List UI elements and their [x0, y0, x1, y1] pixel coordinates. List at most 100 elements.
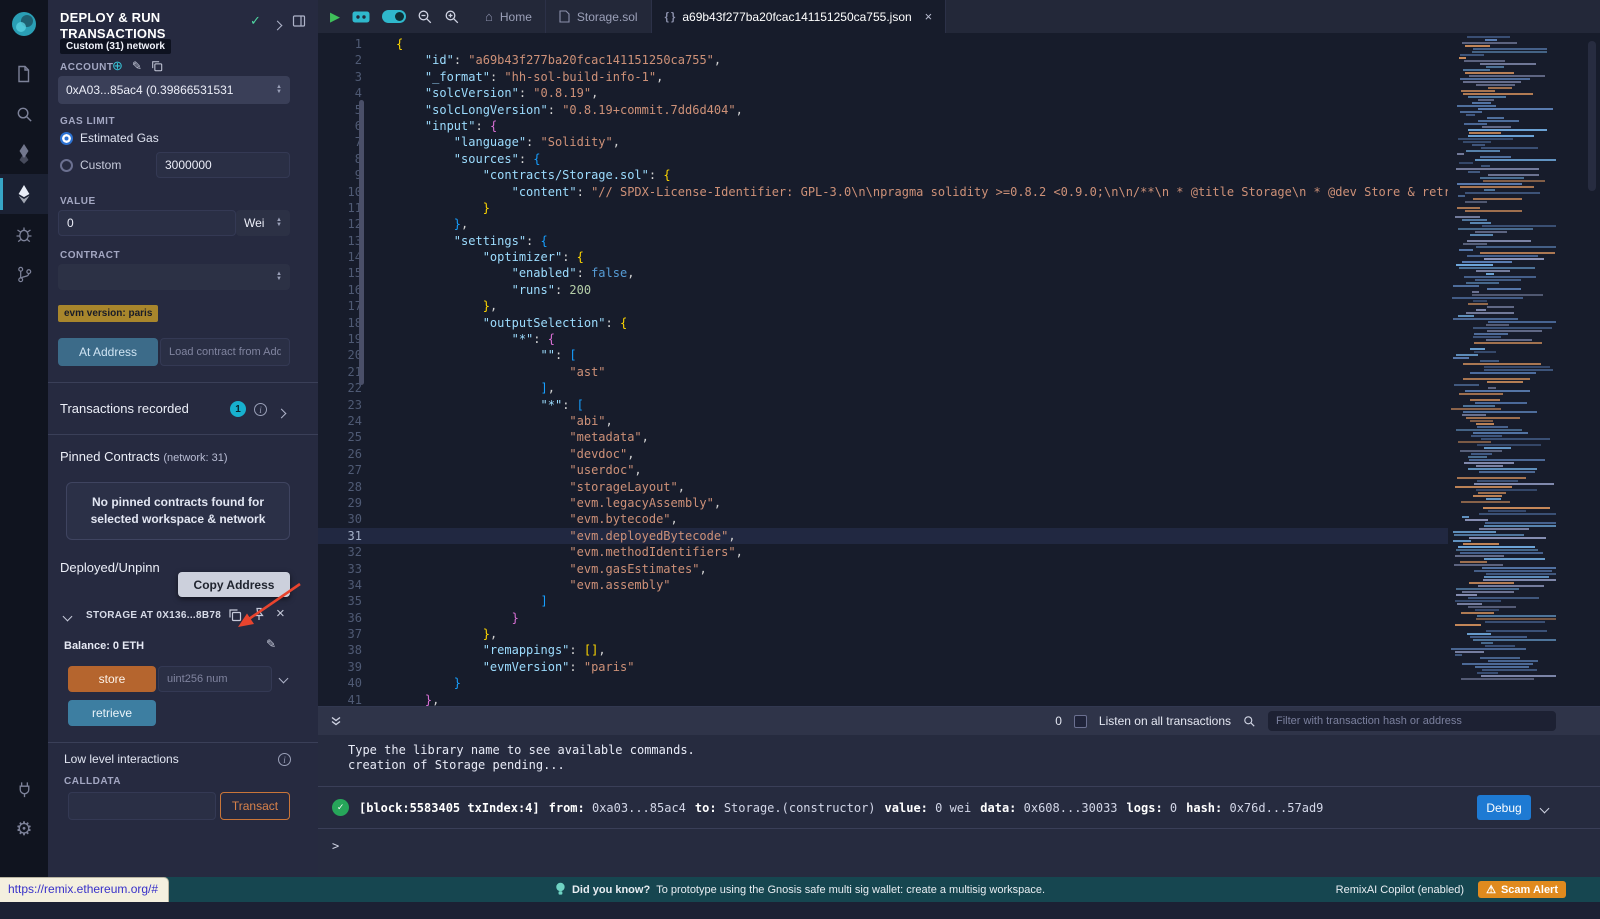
account-stepper-icon[interactable]: ▲▼ [276, 85, 282, 95]
tab-home[interactable]: ⌂ Home [472, 0, 546, 33]
code-line[interactable]: "content": "// SPDX-License-Identifier: … [376, 184, 1448, 200]
store-arg-input[interactable] [158, 666, 272, 692]
code-line[interactable]: "userdoc", [376, 462, 1448, 478]
store-button[interactable]: store [68, 666, 156, 692]
code-line[interactable]: "runs": 200 [376, 282, 1448, 298]
editor-scrollbar[interactable] [1588, 41, 1596, 191]
low-level-info-icon[interactable]: i [278, 753, 291, 766]
code-line[interactable]: "sources": { [376, 151, 1448, 167]
file-explorer-icon[interactable] [0, 54, 48, 94]
zoom-in-icon[interactable] [444, 9, 460, 25]
code-line[interactable]: "contracts/Storage.sol": { [376, 167, 1448, 183]
debug-button[interactable]: Debug [1477, 795, 1531, 820]
code-line[interactable]: "evm.assembly" [376, 577, 1448, 593]
transactions-expand-icon[interactable] [278, 406, 285, 420]
copy-address-icon[interactable] [228, 608, 242, 622]
zoom-out-icon[interactable] [417, 9, 433, 25]
calldata-input[interactable] [68, 792, 216, 820]
terminal-prompt[interactable]: > [332, 839, 1600, 853]
code-line[interactable]: "enabled": false, [376, 265, 1448, 281]
code-line[interactable]: }, [376, 692, 1448, 706]
panel-chevron-right-icon[interactable] [274, 18, 281, 32]
code-area[interactable]: { "id": "a69b43f277ba20fcac141151250ca75… [376, 36, 1448, 706]
code-line[interactable]: "_format": "hh-sol-build-info-1", [376, 69, 1448, 85]
code-line[interactable]: } [376, 675, 1448, 691]
code-line[interactable]: "evmVersion": "paris" [376, 659, 1448, 675]
code-line[interactable]: "*": [ [376, 397, 1448, 413]
custom-gas-input[interactable] [156, 152, 290, 178]
code-line[interactable]: "storageLayout", [376, 479, 1448, 495]
remove-contract-icon[interactable]: × [276, 605, 285, 622]
code-line[interactable]: ] [376, 593, 1448, 609]
value-unit-stepper-icon[interactable]: ▲▼ [276, 218, 282, 228]
pin-panel-icon[interactable] [292, 14, 306, 28]
log-expand-icon[interactable] [1541, 801, 1548, 815]
code-line[interactable]: "solcLongVersion": "0.8.19+commit.7dd6d4… [376, 102, 1448, 118]
settings-gear-icon[interactable]: ⚙ [0, 809, 48, 849]
remixai-icon[interactable] [351, 10, 371, 24]
search-icon[interactable] [0, 94, 48, 134]
transactions-info-icon[interactable]: i [254, 403, 267, 416]
value-unit-select[interactable]: Wei ▲▼ [236, 210, 290, 236]
retrieve-button[interactable]: retrieve [68, 700, 156, 726]
code-line[interactable]: }, [376, 216, 1448, 232]
code-line[interactable]: "*": { [376, 331, 1448, 347]
at-address-button[interactable]: At Address [58, 338, 158, 366]
estimated-gas-radio[interactable] [60, 132, 73, 145]
code-line[interactable]: "outputSelection": { [376, 315, 1448, 331]
code-line[interactable]: "metadata", [376, 429, 1448, 445]
code-line[interactable]: } [376, 610, 1448, 626]
code-line[interactable]: "solcVersion": "0.8.19", [376, 85, 1448, 101]
code-line[interactable]: "devdoc", [376, 446, 1448, 462]
code-line[interactable]: }, [376, 298, 1448, 314]
code-line[interactable]: "ast" [376, 364, 1448, 380]
add-account-icon[interactable]: ⊕ [112, 58, 123, 74]
code-line[interactable]: "abi", [376, 413, 1448, 429]
contract-collapse-icon[interactable] [64, 609, 71, 623]
terminal-expand-icon[interactable] [330, 715, 342, 727]
contract-select[interactable]: ▲▼ [58, 264, 290, 290]
code-line[interactable]: "evm.methodIdentifiers", [376, 544, 1448, 560]
code-line[interactable]: "settings": { [376, 233, 1448, 249]
code-line[interactable]: "input": { [376, 118, 1448, 134]
run-script-icon[interactable]: ▶ [330, 9, 340, 25]
code-line[interactable]: ], [376, 380, 1448, 396]
listen-checkbox[interactable] [1074, 715, 1087, 728]
tab-build-info-json[interactable]: { } a69b43f277ba20fcac141151250ca755.jso… [652, 0, 947, 33]
solidity-compiler-icon[interactable] [0, 134, 48, 174]
at-address-input[interactable] [160, 338, 290, 366]
code-line[interactable]: "": [ [376, 347, 1448, 363]
scam-alert-badge[interactable]: ⚠Scam Alert [1478, 881, 1566, 898]
code-line[interactable]: "evm.deployedBytecode", [376, 528, 1448, 544]
source-control-icon[interactable] [0, 254, 48, 294]
code-line[interactable]: "evm.gasEstimates", [376, 561, 1448, 577]
tab-storage-sol[interactable]: Storage.sol [546, 0, 652, 33]
deploy-run-icon[interactable] [0, 174, 48, 214]
debugger-icon[interactable] [0, 214, 48, 254]
remix-logo-icon[interactable] [8, 8, 40, 40]
code-line[interactable]: } [376, 200, 1448, 216]
account-select[interactable]: 0xA03...85ac4 (0.39866531531 ▲▼ [58, 76, 290, 104]
plugin-manager-icon[interactable] [0, 769, 48, 809]
custom-gas-radio[interactable] [60, 159, 73, 172]
value-input[interactable] [58, 210, 236, 236]
code-line[interactable]: "id": "a69b43f277ba20fcac141151250ca755"… [376, 52, 1448, 68]
code-line[interactable]: "language": "Solidity", [376, 134, 1448, 150]
minimap[interactable] [1448, 35, 1556, 704]
transact-button[interactable]: Transact [220, 792, 290, 820]
editor-toggle-icon[interactable] [382, 10, 406, 23]
copilot-status[interactable]: RemixAI Copilot (enabled) [1336, 884, 1464, 896]
copy-account-icon[interactable] [151, 60, 163, 72]
code-editor[interactable]: 1234567891011121314151617181920212223242… [318, 33, 1600, 706]
terminal-filter-input[interactable] [1268, 711, 1556, 731]
edit-balance-icon[interactable]: ✎ [266, 637, 276, 651]
panel-scrollbar[interactable] [359, 100, 364, 385]
close-tab-icon[interactable]: × [925, 9, 933, 24]
code-line[interactable]: "optimizer": { [376, 249, 1448, 265]
code-line[interactable]: "evm.bytecode", [376, 511, 1448, 527]
pin-contract-icon[interactable] [252, 607, 266, 621]
code-line[interactable]: }, [376, 626, 1448, 642]
edit-account-icon[interactable]: ✎ [132, 59, 142, 73]
contract-select-stepper-icon[interactable]: ▲▼ [276, 272, 282, 282]
code-line[interactable]: "remappings": [], [376, 642, 1448, 658]
